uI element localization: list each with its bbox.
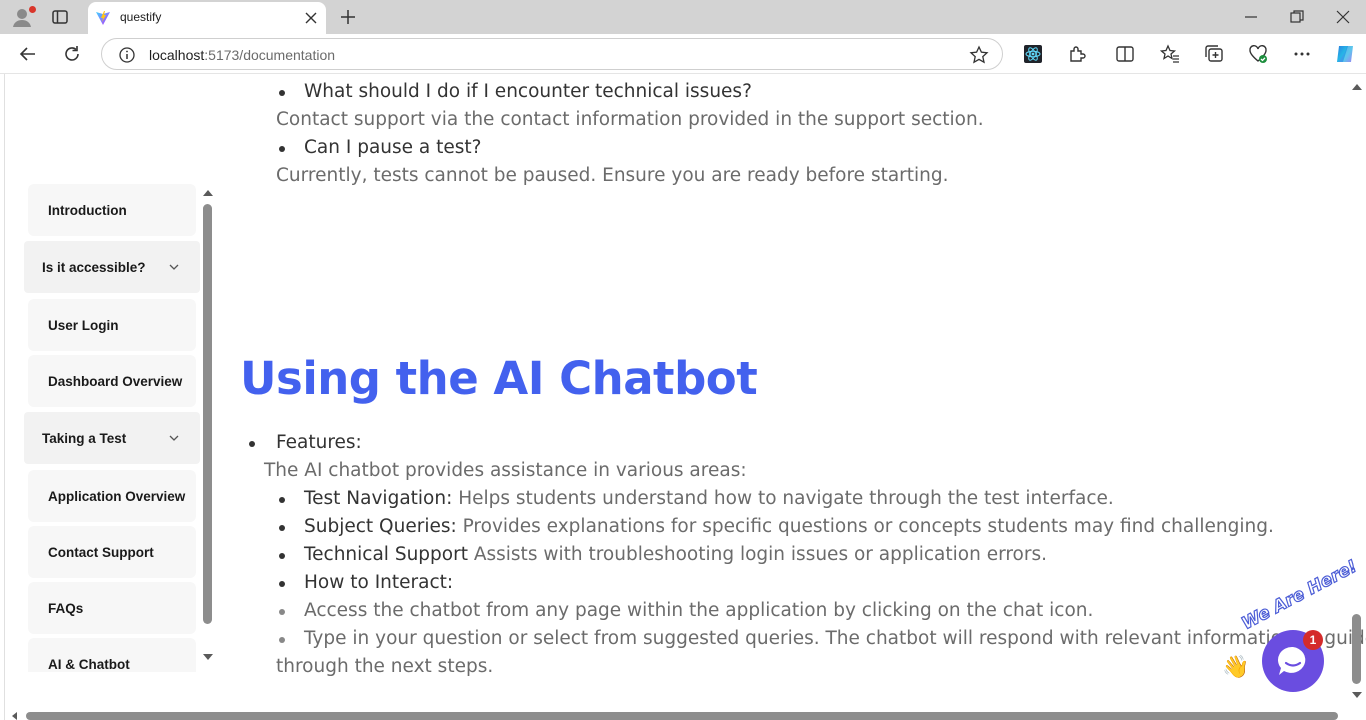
url-host: localhost — [149, 47, 205, 63]
faq-answer: Contact support via the contact informat… — [276, 109, 984, 130]
new-tab-icon[interactable] — [339, 8, 357, 26]
sidebar-item-application-overview[interactable]: Application Overview — [28, 470, 196, 522]
feature-title: Technical Support — [304, 544, 468, 565]
collections-icon[interactable] — [1204, 44, 1224, 64]
list-bullet — [279, 525, 285, 531]
section-heading: Using the AI Chatbot — [240, 352, 758, 405]
scroll-up-arrow-icon[interactable] — [1352, 84, 1362, 90]
favorite-star-icon[interactable] — [969, 45, 989, 65]
sidebar-item-dashboard-overview[interactable]: Dashboard Overview — [28, 355, 196, 407]
url-path: :5173/documentation — [204, 47, 336, 63]
split-screen-icon[interactable] — [1115, 44, 1135, 64]
sidebar-group-taking-a-test[interactable]: Taking a Test — [24, 412, 200, 464]
sidebar-item-label: AI & Chatbot — [48, 656, 130, 672]
feature-item: Technical Support Assists with troublesh… — [304, 544, 1047, 565]
vite-favicon-icon — [96, 11, 110, 25]
tab-actions-icon[interactable] — [51, 8, 69, 26]
faq-answer: Currently, tests cannot be paused. Ensur… — [276, 165, 949, 186]
faq-question: Can I pause a test? — [304, 137, 482, 158]
react-devtools-icon[interactable] — [1023, 44, 1043, 64]
sidebar-item-label: Contact Support — [48, 544, 154, 560]
extensions-icon[interactable] — [1067, 44, 1087, 64]
list-bullet — [279, 553, 285, 559]
page-vertical-scrollbar[interactable] — [1348, 74, 1366, 720]
list-bullet — [279, 497, 285, 503]
list-bullet — [249, 441, 255, 447]
active-tab[interactable]: questify — [88, 2, 326, 34]
favorites-icon[interactable] — [1160, 44, 1180, 64]
sidebar-item-label: Taking a Test — [42, 430, 127, 446]
site-info-icon[interactable] — [118, 46, 136, 64]
sidebar-item-label: Dashboard Overview — [48, 373, 183, 389]
close-tab-icon[interactable] — [304, 11, 318, 25]
sidebar-item-label: FAQs — [48, 600, 84, 616]
sidebar-item-faqs[interactable]: FAQs — [28, 582, 196, 634]
sidebar-item-label: Application Overview — [48, 488, 186, 504]
list-bullet — [279, 146, 285, 152]
interact-step: Access the chatbot from any page within … — [304, 600, 1094, 621]
features-intro: The AI chatbot provides assistance in va… — [264, 460, 747, 481]
chevron-down-icon — [169, 264, 179, 270]
address-bar[interactable]: localhost:5173/documentation — [101, 38, 1003, 70]
refresh-icon[interactable] — [62, 44, 82, 64]
back-icon[interactable] — [18, 44, 38, 64]
sidebar-item-label: User Login — [48, 317, 119, 333]
copilot-icon[interactable] — [1334, 43, 1356, 65]
feature-title: Test Navigation: — [304, 488, 453, 509]
sidebar-item-user-login[interactable]: User Login — [28, 299, 196, 351]
feature-text: Assists with troubleshooting login issue… — [467, 544, 1047, 565]
scrollbar-thumb[interactable] — [1352, 614, 1361, 684]
sidebar-group-accessibility[interactable]: Is it accessible? — [24, 241, 200, 293]
tab-title: questify — [120, 10, 162, 24]
browser-toolbar: localhost:5173/documentation — [0, 34, 1366, 74]
features-label: Features: — [276, 432, 362, 453]
sidebar-scrollbar[interactable] — [200, 184, 216, 664]
more-menu-icon[interactable] — [1292, 44, 1312, 64]
list-bullet — [279, 609, 285, 615]
unread-count-badge: 1 — [1303, 630, 1323, 650]
faq-question: What should I do if I encounter technica… — [304, 81, 752, 102]
page-left-border — [4, 74, 5, 720]
minimize-icon[interactable] — [1242, 8, 1260, 26]
feature-item: Test Navigation: Helps students understa… — [304, 488, 1114, 509]
restore-icon[interactable] — [1288, 8, 1306, 26]
interact-label: How to Interact: — [304, 572, 454, 593]
chat-bubble-icon — [1278, 646, 1306, 675]
list-bullet — [279, 637, 285, 643]
feature-text: Helps students understand how to navigat… — [452, 488, 1114, 509]
scroll-up-arrow-icon[interactable] — [203, 190, 213, 196]
browser-essentials-icon[interactable] — [1248, 44, 1268, 64]
browser-tab-strip: questify — [0, 0, 1366, 34]
interact-step: Type in your question or select from sug… — [304, 628, 1366, 649]
scrollbar-thumb[interactable] — [203, 204, 212, 624]
sidebar-item-contact-support[interactable]: Contact Support — [28, 526, 196, 578]
feature-title: Subject Queries: — [304, 516, 457, 537]
list-bullet — [279, 581, 285, 587]
list-bullet — [279, 90, 285, 96]
notification-dot — [29, 6, 36, 13]
interact-step-continuation: through the next steps. — [276, 656, 494, 677]
chevron-down-icon — [169, 435, 179, 441]
scroll-down-arrow-icon[interactable] — [203, 654, 213, 660]
scroll-down-arrow-icon[interactable] — [1352, 692, 1362, 698]
sidebar-item-ai-chatbot[interactable]: AI & Chatbot — [28, 638, 196, 672]
scroll-left-arrow-icon[interactable] — [12, 712, 17, 720]
chat-banner-text: We Are Here! — [1238, 556, 1361, 635]
url-text[interactable]: localhost:5173/documentation — [149, 47, 335, 63]
chat-widget[interactable]: We Are Here! 👋 1 — [1220, 556, 1361, 714]
page-horizontal-scrollbar[interactable] — [0, 710, 1348, 720]
docs-sidebar: Introduction Is it accessible? User Logi… — [24, 184, 200, 672]
documentation-page: Introduction Is it accessible? User Logi… — [0, 74, 1366, 720]
feature-item: Subject Queries: Provides explanations f… — [304, 516, 1274, 537]
waving-hand-icon: 👋 — [1222, 654, 1250, 679]
close-window-icon[interactable] — [1334, 8, 1352, 26]
feature-text: Provides explanations for specific quest… — [456, 516, 1274, 537]
scrollbar-thumb[interactable] — [26, 712, 1338, 720]
sidebar-item-label: Is it accessible? — [42, 259, 146, 275]
sidebar-item-label: Introduction — [48, 202, 127, 218]
sidebar-item-introduction[interactable]: Introduction — [28, 184, 196, 236]
